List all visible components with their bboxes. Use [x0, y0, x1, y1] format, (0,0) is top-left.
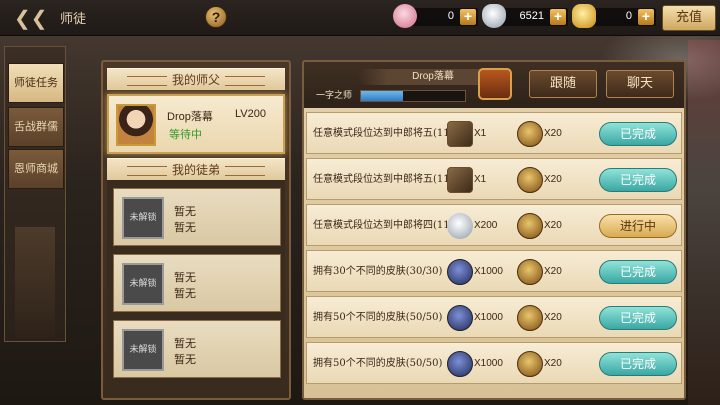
medal-icon: [517, 259, 543, 285]
add-silver-button[interactable]: +: [550, 9, 566, 25]
add-gold-button[interactable]: +: [638, 9, 654, 25]
disciple-line1: 暂无: [174, 271, 196, 284]
avatar: [116, 104, 156, 146]
add-peach-button[interactable]: +: [460, 9, 476, 25]
list-item[interactable]: 未解锁 暂无 暂无: [113, 188, 281, 246]
list-item[interactable]: 未解锁 暂无 暂无: [113, 254, 281, 312]
locked-slot: 未解锁: [122, 197, 164, 239]
table-row: 任意模式段位达到中郎将五(11/11) X1 X20 已完成: [306, 158, 682, 200]
master-status: 等待中: [169, 128, 202, 141]
reward-2-qty: X20: [544, 128, 562, 139]
table-row: 拥有50个不同的皮肤(50/50) X1000 X20 已完成: [306, 296, 682, 338]
task-status-button[interactable]: 已完成: [599, 122, 677, 146]
table-row: 拥有30个不同的皮肤(30/30) X1000 X20 已完成: [306, 250, 682, 292]
task-status-button[interactable]: 已完成: [599, 260, 677, 284]
silver-ingot-icon: [447, 213, 473, 239]
reward-1-qty: X1000: [474, 358, 503, 369]
task-panel: Drop落幕 一字之师 跟随 聊天 任意模式段位达到中郎将五(11/11) X1 X…: [302, 60, 686, 400]
reward-2-qty: X20: [544, 266, 562, 277]
task-status-button[interactable]: 进行中: [599, 214, 677, 238]
task-status-button[interactable]: 已完成: [599, 352, 677, 376]
page-title: 师徒: [60, 11, 87, 26]
token-icon: [447, 167, 473, 193]
disciple-line1: 暂无: [174, 337, 196, 350]
medal-icon: [517, 121, 543, 147]
disciple-line2: 暂无: [174, 287, 196, 300]
reward-2-qty: X20: [544, 358, 562, 369]
back-arrow-icon[interactable]: ❮❮: [14, 6, 48, 30]
progress-fill: [361, 91, 403, 101]
medal-icon: [517, 213, 543, 239]
bookshelf-decoration: [15, 227, 55, 337]
recharge-button[interactable]: 充值: [662, 5, 716, 31]
reward-1-qty: X1000: [474, 312, 503, 323]
master-card[interactable]: Drop落幕 LV200 等待中: [107, 94, 285, 154]
reward-1-qty: X1: [474, 128, 487, 139]
silver-resource: 6521 +: [482, 4, 568, 28]
disciple-list: 我的徒弟 未解锁 暂无 暂无 未解锁 暂无 暂无 未解锁 暂无 暂无: [107, 158, 285, 394]
token-icon: [447, 121, 473, 147]
reward-1-qty: X1000: [474, 266, 503, 277]
gold-resource: 0 +: [572, 4, 656, 28]
help-icon[interactable]: ?: [205, 6, 227, 28]
peach-count: 0: [447, 10, 454, 22]
task-status-button[interactable]: 已完成: [599, 168, 677, 192]
reward-2-qty: X20: [544, 312, 562, 323]
chat-button[interactable]: 聊天: [606, 70, 674, 98]
silver-count: 6521: [519, 10, 544, 22]
relationship-progress-bar: [360, 90, 466, 102]
disciple-line2: 暂无: [174, 353, 196, 366]
master-name: Drop落幕: [167, 111, 213, 123]
table-row: 拥有50个不同的皮肤(50/50) X1000 X20 已完成: [306, 342, 682, 384]
list-item[interactable]: 未解锁 暂无 暂无: [113, 320, 281, 378]
master-title-tag: 一字之师: [315, 91, 352, 101]
plum-blossom-decoration: [688, 40, 720, 405]
skin-token-icon: [447, 305, 473, 331]
medal-icon: [517, 305, 543, 331]
master-level: LV200: [235, 108, 266, 120]
peach-resource: 0 +: [393, 4, 478, 28]
reward-2-qty: X20: [544, 220, 562, 231]
gold-count: 0: [625, 10, 632, 22]
peach-icon: [393, 4, 417, 28]
reward-1-qty: X200: [474, 220, 498, 231]
disciple-line1: 暂无: [174, 205, 196, 218]
master-section-header: 我的师父: [107, 68, 285, 90]
task-status-button[interactable]: 已完成: [599, 306, 677, 330]
master-info-header: Drop落幕 一字之师 跟随 聊天: [304, 62, 684, 108]
relations-panel: 我的师父 Drop落幕 LV200 等待中 我的徒弟 未解锁 暂无 暂无 未解锁…: [101, 60, 291, 400]
reward-1-qty: X1: [474, 174, 487, 185]
table-row: 任意模式段位达到中郎将五(11/11) X1 X20 已完成: [306, 112, 682, 154]
silver-ingot-icon: [482, 4, 506, 28]
gold-ingot-icon: [572, 4, 596, 28]
sidebar: 师徒任务 舌战群儒 恩师商城: [4, 46, 66, 342]
tab-master-tasks[interactable]: 师徒任务: [8, 63, 64, 103]
reward-2-qty: X20: [544, 174, 562, 185]
follow-button[interactable]: 跟随: [529, 70, 597, 98]
tab-master-shop[interactable]: 恩师商城: [8, 149, 64, 189]
medal-icon: [517, 351, 543, 377]
treasure-chest-icon[interactable]: [478, 68, 512, 100]
skin-token-icon: [447, 351, 473, 377]
disciple-line2: 暂无: [174, 221, 196, 234]
locked-slot: 未解锁: [122, 263, 164, 305]
skin-token-icon: [447, 259, 473, 285]
top-bar: ❮❮ 师徒 ? 0 + 6521 + 0 + 充值: [0, 0, 720, 36]
disciple-section-header: 我的徒弟: [107, 158, 285, 180]
tab-debate[interactable]: 舌战群儒: [8, 107, 64, 147]
table-row: 任意模式段位达到中郎将四(11/12) X200 X20 进行中: [306, 204, 682, 246]
medal-icon: [517, 167, 543, 193]
locked-slot: 未解锁: [122, 329, 164, 371]
